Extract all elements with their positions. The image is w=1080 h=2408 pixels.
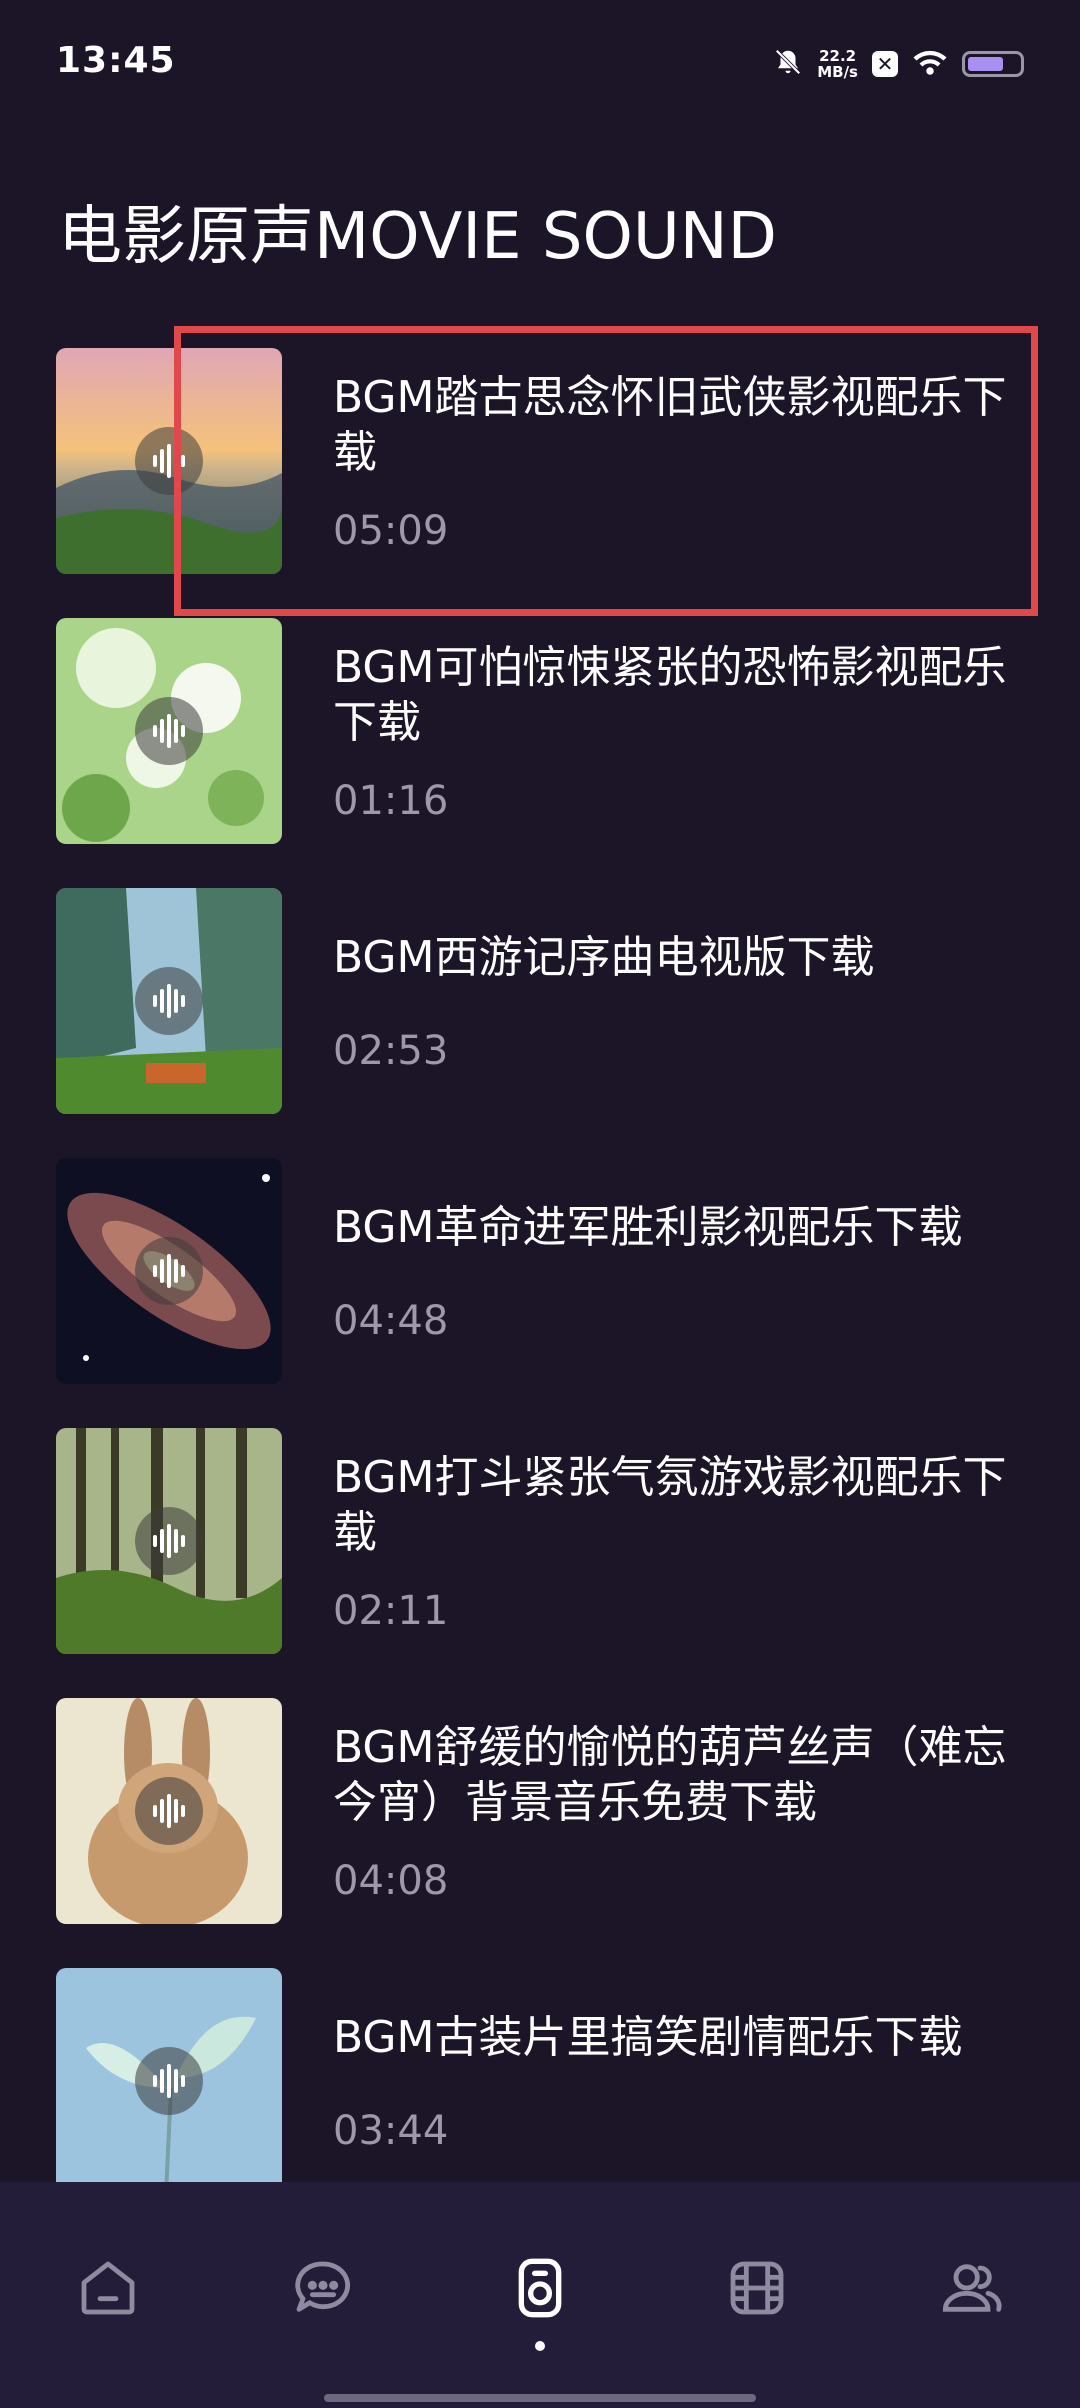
item-title: BGM西游记序曲电视版下载 bbox=[333, 932, 875, 983]
thumbnail-image bbox=[56, 1428, 282, 1654]
audio-wave-icon bbox=[135, 1507, 203, 1575]
nav-home[interactable] bbox=[68, 2250, 148, 2330]
audio-wave-icon bbox=[135, 697, 203, 765]
status-icons: 22.2 MB/s ✕ bbox=[773, 42, 1024, 86]
item-title: BGM革命进军胜利影视配乐下载 bbox=[333, 1202, 963, 1253]
audio-wave-icon bbox=[135, 1777, 203, 1845]
wifi-icon bbox=[912, 47, 948, 81]
nav-chat[interactable] bbox=[283, 2250, 363, 2330]
list-item[interactable]: BGM古装片里搞笑剧情配乐下载 03:44 bbox=[0, 1968, 1080, 2194]
audio-wave-icon bbox=[135, 1237, 203, 1305]
speaker-icon bbox=[508, 2256, 572, 2324]
list-item[interactable]: BGM革命进军胜利影视配乐下载 04:48 bbox=[0, 1158, 1080, 1384]
chat-icon bbox=[291, 2256, 355, 2324]
bottom-nav bbox=[0, 2182, 1080, 2408]
selection-highlight bbox=[174, 326, 1038, 616]
nav-film[interactable] bbox=[717, 2250, 797, 2330]
item-duration: 04:48 bbox=[333, 1298, 449, 1344]
page-title: 电影原声MOVIE SOUND bbox=[58, 200, 777, 274]
item-title: BGM打斗紧张气氛游戏影视配乐下载 bbox=[333, 1452, 1007, 1558]
users-icon bbox=[940, 2256, 1004, 2324]
thumbnail-image bbox=[56, 888, 282, 1114]
thumbnail-image bbox=[56, 618, 282, 844]
list-item[interactable]: BGM打斗紧张气氛游戏影视配乐下载 02:11 bbox=[0, 1428, 1080, 1654]
item-duration: 04:08 bbox=[333, 1858, 449, 1904]
item-duration: 02:11 bbox=[333, 1588, 449, 1634]
item-title: BGM可怕惊悚紧张的恐怖影视配乐下载 bbox=[333, 642, 1007, 748]
network-speed: 22.2 MB/s bbox=[817, 48, 858, 80]
active-tab-indicator bbox=[535, 2341, 545, 2351]
speed-value: 22.2 bbox=[819, 47, 857, 65]
status-bar: 13:45 22.2 MB/s ✕ bbox=[0, 0, 1080, 125]
item-duration: 01:16 bbox=[333, 778, 449, 824]
speed-unit: MB/s bbox=[817, 63, 858, 81]
status-time: 13:45 bbox=[56, 40, 176, 81]
list-item[interactable]: BGM舒缓的愉悦的葫芦丝声（难忘今宵）背景音乐免费下载 04:08 bbox=[0, 1698, 1080, 1924]
item-duration: 02:53 bbox=[333, 1028, 449, 1074]
audio-wave-icon bbox=[135, 967, 203, 1035]
bell-muted-icon bbox=[773, 47, 803, 81]
nav-sound[interactable] bbox=[500, 2250, 580, 2330]
list-item[interactable]: BGM可怕惊悚紧张的恐怖影视配乐下载 01:16 bbox=[0, 618, 1080, 844]
film-icon bbox=[725, 2256, 789, 2324]
home-indicator[interactable] bbox=[324, 2394, 756, 2402]
audio-wave-icon bbox=[135, 2047, 203, 2115]
list-item[interactable]: BGM西游记序曲电视版下载 02:53 bbox=[0, 888, 1080, 1114]
item-duration: 03:44 bbox=[333, 2108, 449, 2154]
thumbnail-image bbox=[56, 1698, 282, 1924]
item-title: BGM古装片里搞笑剧情配乐下载 bbox=[333, 2012, 963, 2063]
nav-profile[interactable] bbox=[932, 2250, 1012, 2330]
battery-icon bbox=[962, 51, 1024, 77]
item-title: BGM舒缓的愉悦的葫芦丝声（难忘今宵）背景音乐免费下载 bbox=[333, 1722, 1007, 1828]
home-icon bbox=[76, 2256, 140, 2324]
battery-fill bbox=[968, 57, 1003, 71]
thumbnail-image bbox=[56, 1968, 282, 2182]
thumbnail-image bbox=[56, 1158, 282, 1384]
notification-x-icon: ✕ bbox=[872, 51, 898, 77]
